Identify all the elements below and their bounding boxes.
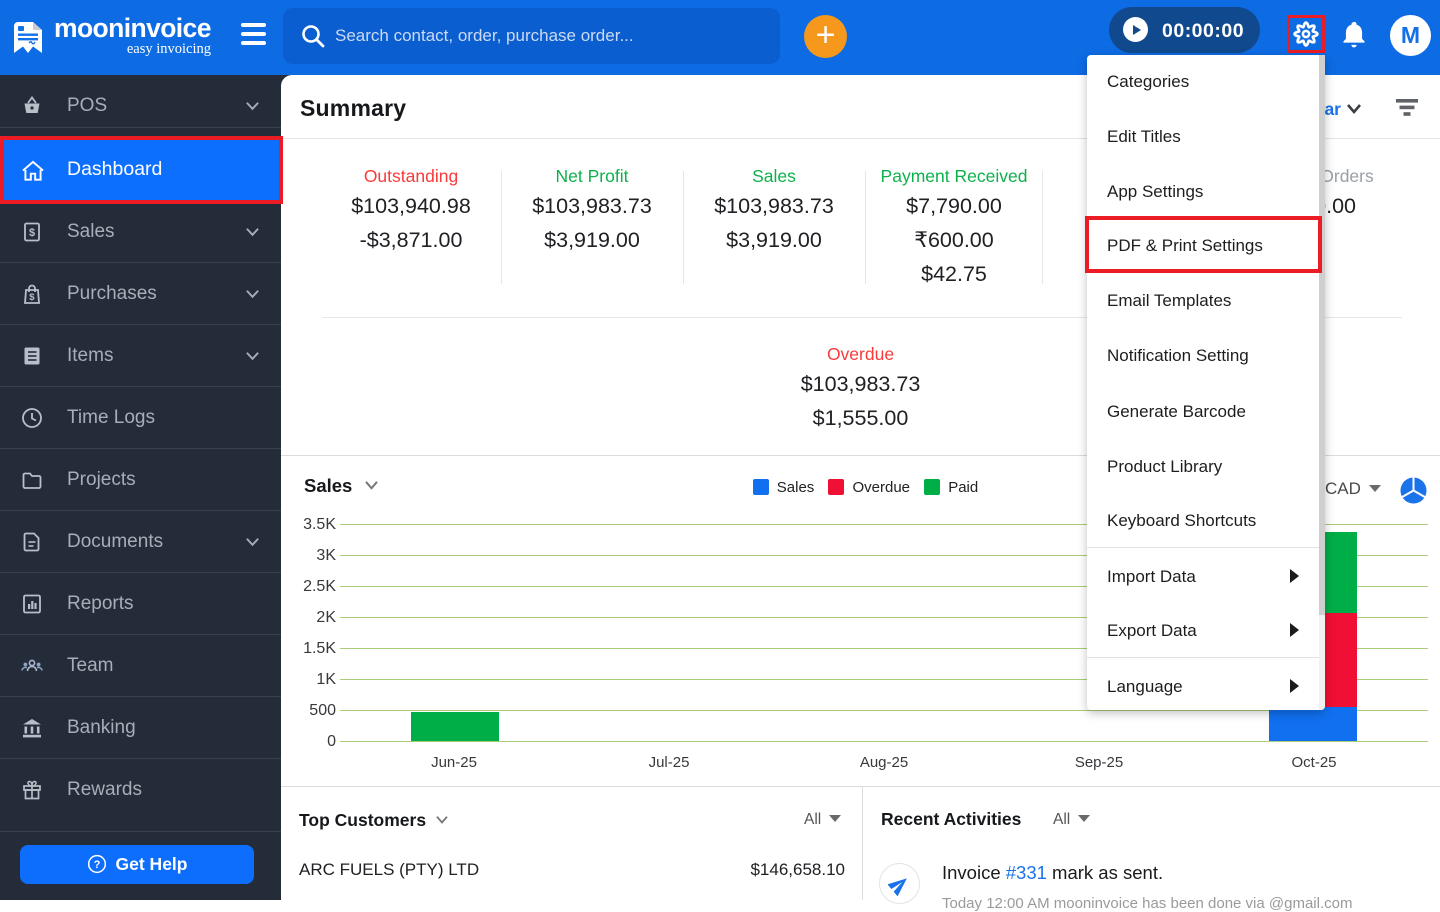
svg-text:$: $	[29, 292, 35, 303]
svg-text:?: ?	[93, 859, 100, 871]
svg-text:$: $	[29, 227, 35, 239]
